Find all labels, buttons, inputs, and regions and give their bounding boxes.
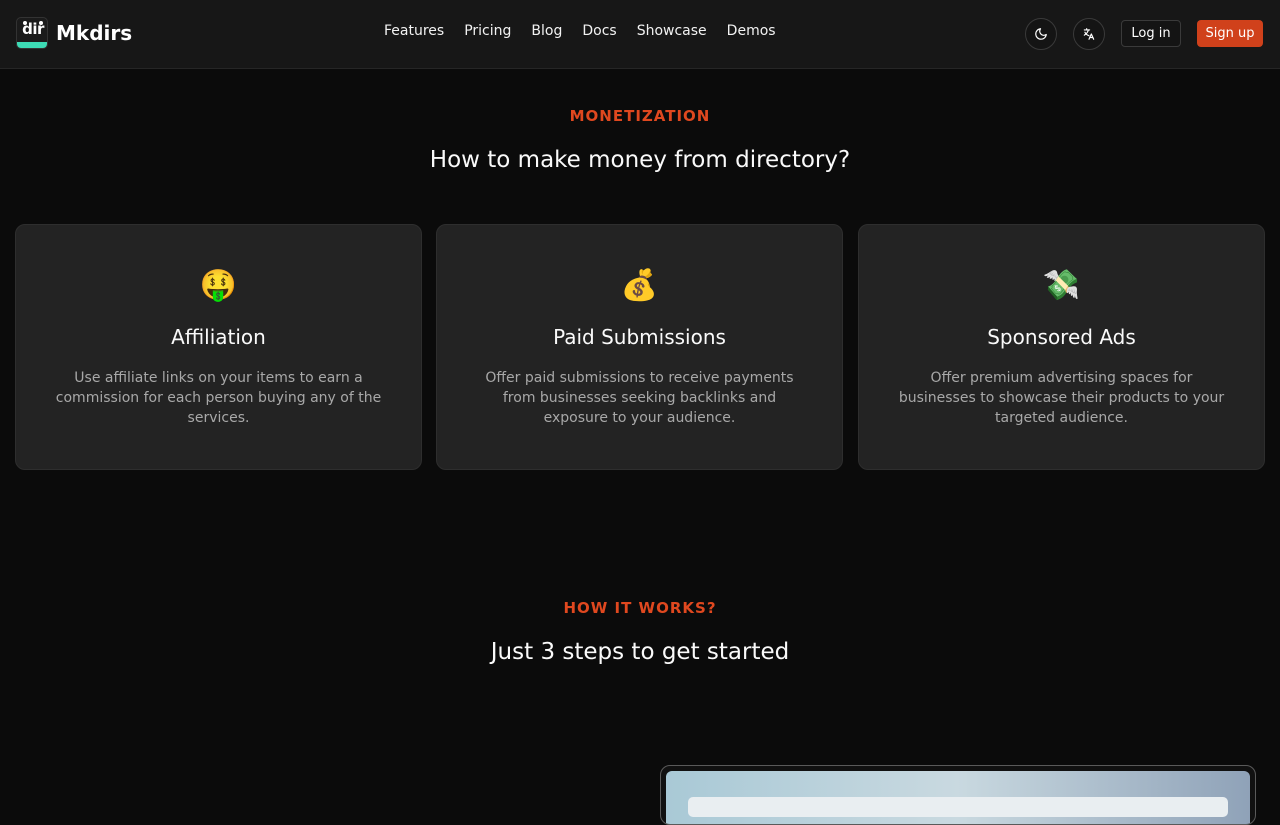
brand-name: Mkdirs [56,21,133,45]
moon-icon [1035,28,1047,40]
nav-link-docs[interactable]: Docs [582,23,616,39]
card-description: Use affiliate links on your items to ear… [55,370,382,426]
card-description: Offer paid submissions to receive paymen… [485,370,794,426]
preview-image [666,771,1250,824]
card-title: Paid Submissions [553,325,726,349]
nav-link-pricing[interactable]: Pricing [464,23,511,39]
logo-icon: dir [16,17,48,49]
money-with-wings-icon: 💸 [1042,268,1081,303]
language-button[interactable] [1073,18,1105,50]
money-mouth-face-icon: 🤑 [199,268,238,303]
nav-link-blog[interactable]: Blog [531,23,562,39]
translate-icon [1083,28,1095,40]
nav-links: Features Pricing Blog Docs Showcase Demo… [384,23,776,39]
theme-toggle-button[interactable] [1025,18,1057,50]
step-preview-screenshot [660,765,1256,825]
nav-link-showcase[interactable]: Showcase [637,23,707,39]
login-button[interactable]: Log in [1121,20,1181,47]
card-sponsored-ads: 💸 Sponsored Ads Offer premium advertisin… [858,224,1265,470]
monetization-title: How to make money from directory? [429,147,851,173]
monetization-label: MONETIZATION [569,107,711,125]
how-it-works-label: HOW IT WORKS? [563,599,717,617]
preview-bar [688,797,1228,817]
nav-link-features[interactable]: Features [384,23,444,39]
card-paid-submissions: 💰 Paid Submissions Offer paid submission… [436,224,843,470]
nav-link-demos[interactable]: Demos [727,23,776,39]
signup-button[interactable]: Sign up [1197,20,1263,47]
top-navbar: dir Mkdirs Features Pricing Blog Docs Sh… [0,0,1280,69]
money-bag-icon: 💰 [620,268,659,303]
how-it-works-title: Just 3 steps to get started [490,639,790,665]
card-description: Offer premium advertising spaces for bus… [898,370,1225,426]
card-title: Affiliation [171,325,266,349]
card-affiliation: 🤑 Affiliation Use affiliate links on you… [15,224,422,470]
card-title: Sponsored Ads [987,325,1136,349]
logo-text: dir [22,20,44,38]
brand-logo-link[interactable]: dir Mkdirs [16,17,132,49]
